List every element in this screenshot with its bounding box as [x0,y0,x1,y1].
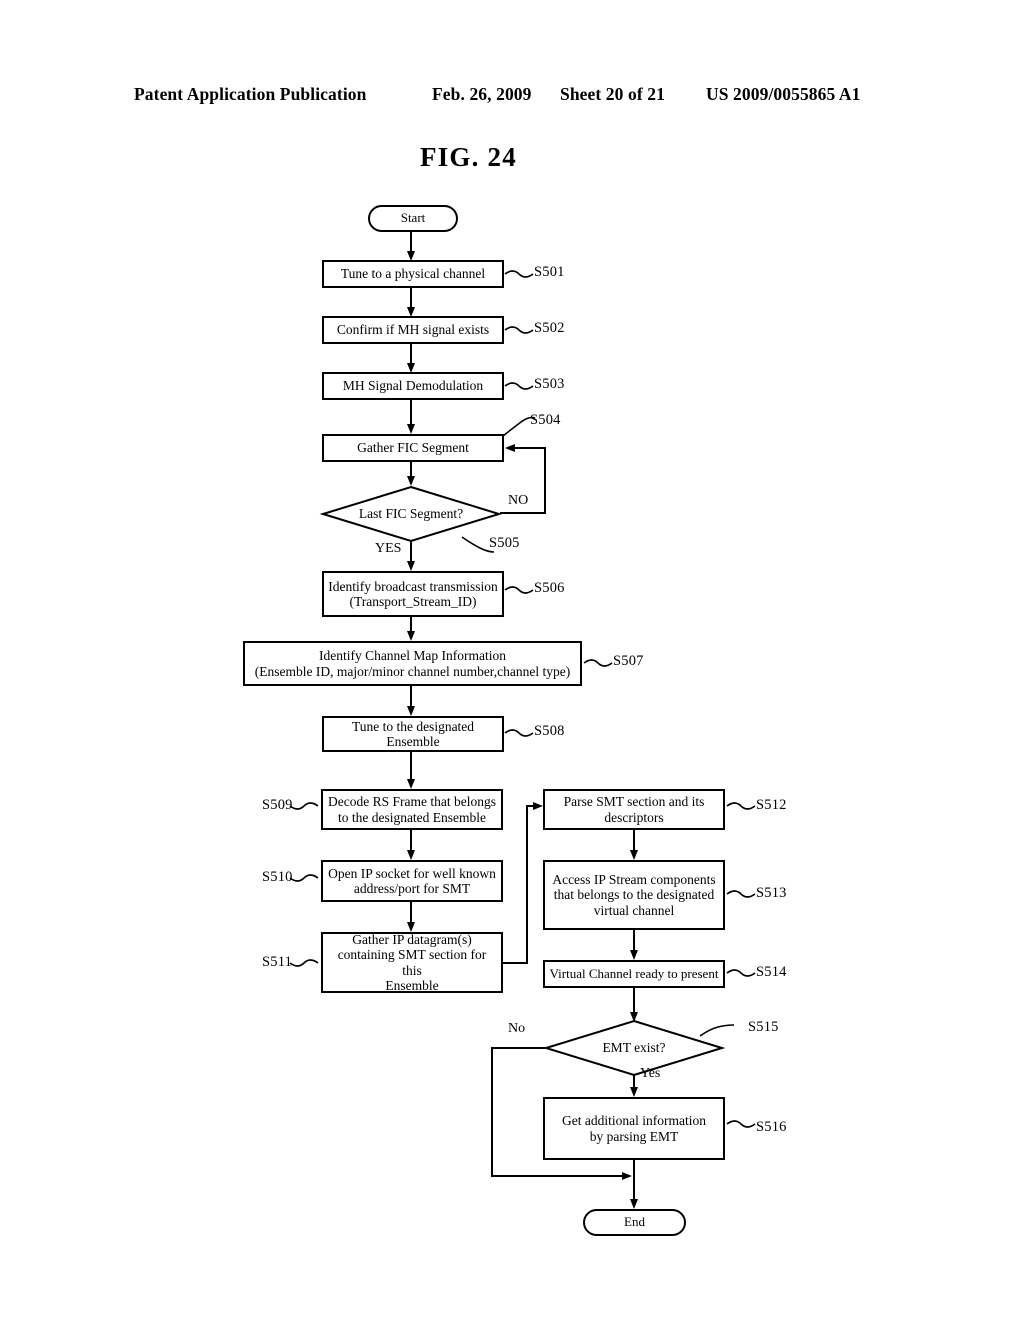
node-s512-line1: Parse SMT section and its [563,794,705,810]
node-s503[interactable]: MH Signal Demodulation [322,372,504,400]
step-ref-s510: S510 [262,869,293,885]
node-s501-label: Tune to a physical channel [340,266,486,282]
node-s509-line1: Decode RS Frame that belongs [328,794,496,810]
node-s511-line1: Gather IP datagram(s) [352,932,472,948]
step-ref-s505: S505 [489,535,520,551]
step-ref-s502: S502 [534,320,565,336]
node-s514[interactable]: Virtual Channel ready to present [543,960,725,988]
node-s510-line2: address/port for SMT [353,881,471,896]
node-s510[interactable]: Open IP socket for well known address/po… [321,860,503,902]
node-s516[interactable]: Get additional information by parsing EM… [543,1097,725,1160]
node-s508-line1: Tune to the designated [351,718,475,734]
node-s505[interactable]: Last FIC Segment? [319,485,503,543]
node-s508-line2: Ensemble [386,734,440,749]
step-ref-s508: S508 [534,723,565,739]
node-end-label: End [624,1214,645,1230]
node-s513-line2: that belongs to the designated [553,887,715,903]
node-s506[interactable]: Identify broadcast transmission (Transpo… [322,571,504,617]
node-s514-label: Virtual Channel ready to present [549,965,719,981]
step-ref-s512: S512 [756,797,787,813]
node-start[interactable]: Start [368,205,458,232]
node-s502-label: Confirm if MH signal exists [336,322,490,338]
node-s501[interactable]: Tune to a physical channel [322,260,504,288]
node-s515[interactable]: EMT exist? [542,1019,726,1077]
step-ref-s504: S504 [530,412,561,428]
node-start-label: Start [400,210,426,226]
node-s510-line1: Open IP socket for well known [328,865,496,881]
node-s507-line1: Identify Channel Map Information [318,648,507,664]
node-s513-line1: Access IP Stream components [552,872,716,888]
step-ref-s509: S509 [262,797,293,813]
step-ref-s511: S511 [262,954,293,970]
node-s504-label: Gather FIC Segment [357,440,469,456]
step-ref-s514: S514 [756,964,787,980]
node-s513[interactable]: Access IP Stream components that belongs… [543,860,725,930]
step-ref-s513: S513 [756,885,787,901]
node-s508[interactable]: Tune to the designated Ensemble [322,716,504,752]
node-s516-line1: Get additional information [562,1113,706,1129]
node-s513-line3: virtual channel [593,902,675,918]
node-s506-line2: (Transport_Stream_ID) [349,594,477,609]
branch-label-emt-no: No [508,1021,526,1036]
step-ref-s515: S515 [748,1019,779,1035]
step-ref-s507: S507 [613,653,644,669]
node-s502[interactable]: Confirm if MH signal exists [322,316,504,344]
node-s507-line2: (Ensemble ID, major/minor channel number… [254,663,571,679]
node-s512[interactable]: Parse SMT section and its descriptors [543,789,725,830]
flowchart-diagram: Start Tune to a physical channel S501 Co… [0,0,1024,1320]
branch-label-fic-no: NO [508,493,529,508]
node-s503-label: MH Signal Demodulation [342,378,484,394]
branch-label-emt-yes: Yes [640,1066,661,1081]
branch-label-fic-yes: YES [375,541,402,556]
node-end[interactable]: End [583,1209,686,1236]
node-s504[interactable]: Gather FIC Segment [322,434,504,462]
step-ref-s503: S503 [534,376,565,392]
node-s506-line1: Identify broadcast transmission [328,578,498,594]
step-ref-s501: S501 [534,264,565,280]
node-s511[interactable]: Gather IP datagram(s) containing SMT sec… [321,932,503,993]
node-s512-line2: descriptors [604,809,664,825]
step-ref-s506: S506 [534,580,565,596]
step-ref-s516: S516 [756,1119,787,1135]
node-s511-line3: Ensemble [385,977,439,993]
node-s509[interactable]: Decode RS Frame that belongs to the desi… [321,789,503,830]
node-s516-line2: by parsing EMT [589,1128,679,1144]
node-s511-line2: containing SMT section for this [337,947,487,978]
node-s507[interactable]: Identify Channel Map Information (Ensemb… [243,641,582,686]
node-s509-line2: to the designated Ensemble [337,809,487,825]
